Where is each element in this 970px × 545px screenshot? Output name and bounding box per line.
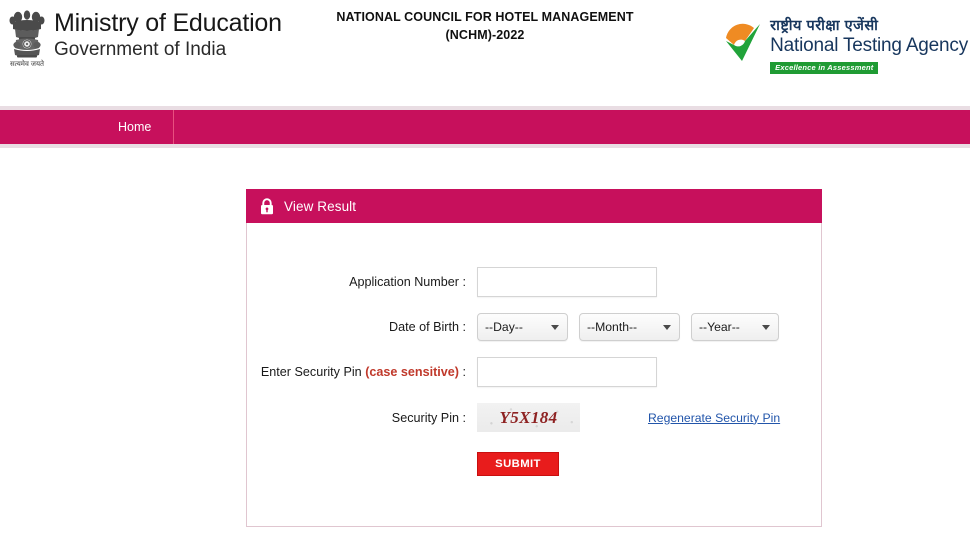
- security-pin-input[interactable]: [477, 357, 657, 387]
- date-of-birth-control: --Day-- --Month-- --Year--: [477, 313, 821, 341]
- captcha-image: Y5X184: [477, 403, 580, 432]
- dob-month-select[interactable]: --Month--: [579, 313, 680, 341]
- page-root: सत्यमेव जयते Ministry of Education Gover…: [0, 0, 970, 545]
- security-pin-label: Enter Security Pin (case sensitive) :: [247, 365, 477, 379]
- field-row-application-number: Application Number :: [247, 267, 821, 297]
- dob-day-value: --Day--: [485, 320, 523, 334]
- ministry-title: Ministry of Education: [54, 9, 282, 37]
- nta-tagline: Excellence in Assessment: [770, 62, 879, 74]
- nta-hindi-name: राष्ट्रीय परीक्षा एजेंसी: [770, 18, 879, 34]
- captcha-control: Y5X184 Regenerate Security Pin: [477, 403, 821, 432]
- ministry-subtitle: Government of India: [54, 39, 227, 60]
- lock-icon: [260, 197, 274, 215]
- emblem-motto-text: सत्यमेव जयते: [10, 59, 45, 68]
- view-result-card: View Result Application Number : Date of…: [246, 189, 822, 527]
- security-pin-case-sensitive-note: (case sensitive): [365, 365, 459, 379]
- captcha-label: Security Pin :: [391, 410, 466, 425]
- site-header: सत्यमेव जयते Ministry of Education Gover…: [0, 0, 970, 106]
- ministry-text: Ministry of Education Government of Indi…: [54, 8, 282, 62]
- submit-control: SUBMIT: [477, 452, 821, 476]
- security-pin-label-colon: :: [462, 365, 467, 379]
- ministry-logo-block: सत्यमेव जयते Ministry of Education Gover…: [6, 6, 282, 84]
- dob-month-value: --Month--: [587, 320, 638, 334]
- content-stage: View Result Application Number : Date of…: [0, 148, 970, 545]
- application-number-input[interactable]: [477, 267, 657, 297]
- nta-english-name: National Testing Agency: [770, 35, 968, 56]
- regenerate-security-pin-link[interactable]: Regenerate Security Pin: [648, 411, 780, 425]
- card-body: Application Number : Date of Birth : --D…: [247, 223, 821, 476]
- captcha-text: Y5X184: [499, 407, 558, 427]
- submit-button[interactable]: SUBMIT: [477, 452, 559, 476]
- nta-checkmark-icon: [721, 22, 765, 71]
- security-pin-label-main: Enter Security Pin: [260, 365, 362, 379]
- field-row-date-of-birth: Date of Birth : --Day-- --Month-- --Year…: [247, 313, 821, 341]
- card-title: View Result: [284, 198, 357, 214]
- primary-nav: Home: [0, 110, 970, 144]
- application-number-label: Application Number :: [349, 275, 466, 289]
- security-pin-control: [477, 357, 821, 387]
- dob-year-value: --Year--: [699, 320, 740, 334]
- chevron-down-icon: [663, 325, 671, 330]
- nav-divider: [173, 110, 175, 144]
- field-row-security-pin-entry: Enter Security Pin (case sensitive) :: [247, 357, 821, 387]
- date-of-birth-label: Date of Birth :: [389, 320, 466, 334]
- india-emblem-icon: सत्यमेव जयते: [6, 6, 48, 84]
- field-row-captcha: Security Pin : Y5X184 Regenerate Securit…: [247, 403, 821, 432]
- nav-item-home[interactable]: Home: [96, 110, 173, 144]
- dob-day-select[interactable]: --Day--: [477, 313, 568, 341]
- dob-year-select[interactable]: --Year--: [691, 313, 779, 341]
- application-number-control: [477, 267, 821, 297]
- nta-text-block: राष्ट्रीय परीक्षा एजेंसी National Testin…: [770, 18, 968, 75]
- chevron-down-icon: [551, 325, 559, 330]
- nta-logo-block: राष्ट्रीय परीक्षा एजेंसी National Testin…: [721, 18, 968, 75]
- chevron-down-icon: [762, 325, 770, 330]
- primary-nav-wrapper: Home: [0, 106, 970, 148]
- card-header: View Result: [246, 189, 822, 223]
- field-row-submit: SUBMIT: [247, 452, 821, 476]
